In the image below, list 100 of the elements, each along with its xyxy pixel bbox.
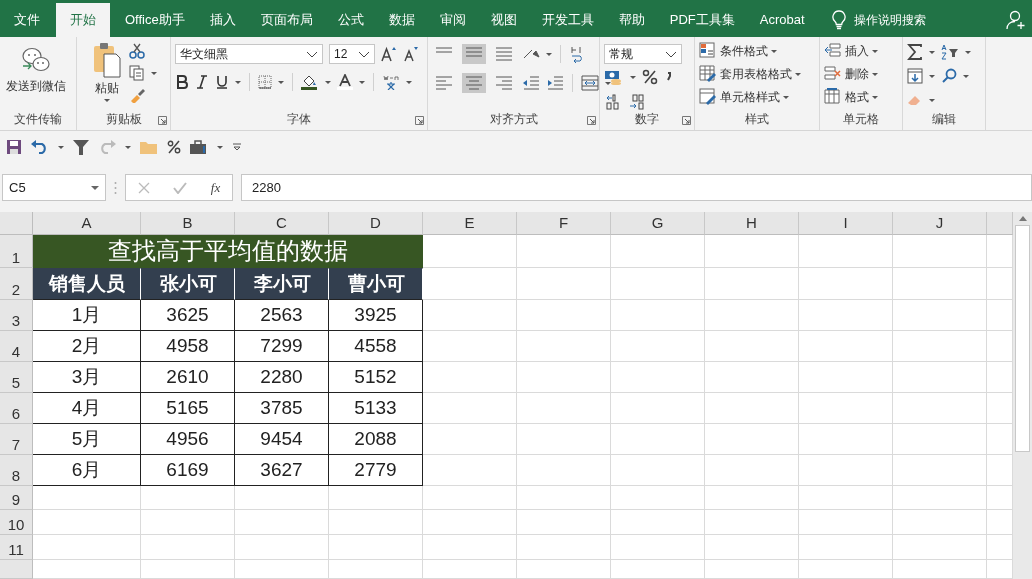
caret-icon[interactable] — [235, 80, 241, 84]
scissors-icon[interactable] — [129, 43, 145, 59]
select-all-corner[interactable] — [0, 212, 33, 235]
fill-color-icon[interactable] — [301, 74, 319, 90]
empty-cell[interactable] — [423, 424, 517, 455]
column-header[interactable]: B — [141, 212, 235, 235]
ribbon-tab[interactable]: 数据 — [376, 3, 427, 37]
share-person-icon[interactable] — [1006, 10, 1026, 30]
empty-cell[interactable] — [705, 535, 799, 560]
empty-cell[interactable] — [141, 560, 235, 579]
empty-cell[interactable] — [611, 510, 705, 535]
empty-cell[interactable] — [611, 300, 705, 331]
ribbon-tab[interactable]: Acrobat — [747, 3, 817, 37]
empty-cell[interactable] — [705, 560, 799, 579]
ribbon-button[interactable]: 单元格样式 — [699, 88, 801, 106]
underline-icon[interactable] — [215, 75, 229, 89]
empty-cell[interactable] — [235, 486, 329, 510]
empty-cell[interactable] — [423, 510, 517, 535]
ribbon-tab[interactable]: PDF工具集 — [657, 3, 747, 37]
cancel-icon[interactable] — [137, 181, 150, 194]
empty-cell[interactable] — [329, 486, 423, 510]
ribbon-tab[interactable]: 开发工具 — [529, 3, 606, 37]
save-icon[interactable] — [6, 139, 22, 155]
decrease-decimal-icon[interactable] — [628, 94, 646, 110]
borders-icon[interactable] — [258, 75, 272, 89]
font-size-dropdown[interactable]: 12 — [329, 44, 375, 64]
paste-button[interactable]: 粘贴 — [91, 40, 123, 111]
phonetic-guide-icon[interactable] — [382, 74, 400, 90]
ribbon-button[interactable]: 格式 — [824, 88, 878, 106]
scrollbar-thumb[interactable] — [1015, 225, 1030, 452]
increase-decimal-icon[interactable] — [604, 94, 622, 110]
row-header[interactable]: 5 — [0, 362, 33, 393]
column-header[interactable]: D — [329, 212, 423, 235]
empty-cell[interactable] — [517, 235, 611, 268]
dialog-launcher-icon[interactable] — [587, 116, 596, 125]
empty-cell[interactable] — [799, 560, 893, 579]
ribbon-tab[interactable]: 开始 — [56, 3, 110, 37]
sort-filter-icon[interactable] — [941, 44, 959, 60]
ribbon-tab[interactable]: 视图 — [478, 3, 529, 37]
ribbon-tab[interactable]: 审阅 — [427, 3, 478, 37]
ribbon-tab[interactable]: 文件 — [2, 3, 52, 37]
empty-cell[interactable] — [799, 235, 893, 268]
row-header[interactable]: 1 — [0, 235, 33, 268]
italic-icon[interactable] — [195, 75, 209, 89]
empty-cell[interactable] — [423, 560, 517, 579]
insert-function-button[interactable]: fx — [210, 179, 221, 196]
align-center-icon[interactable] — [463, 74, 485, 92]
ribbon-tab[interactable]: Office助手 — [113, 3, 197, 37]
empty-cell[interactable] — [705, 510, 799, 535]
decrease-indent-icon[interactable] — [522, 75, 540, 91]
filter-icon[interactable] — [73, 139, 89, 155]
empty-cell[interactable] — [517, 300, 611, 331]
empty-cell[interactable] — [705, 486, 799, 510]
empty-cell[interactable] — [423, 486, 517, 510]
empty-cell[interactable] — [517, 486, 611, 510]
empty-cell[interactable] — [517, 560, 611, 579]
empty-cell[interactable] — [329, 535, 423, 560]
empty-cell[interactable] — [517, 510, 611, 535]
column-header[interactable]: H — [705, 212, 799, 235]
percent-icon[interactable] — [167, 140, 181, 154]
empty-cell[interactable] — [893, 331, 987, 362]
row-header[interactable]: 7 — [0, 424, 33, 455]
empty-cell[interactable] — [611, 535, 705, 560]
align-bottom-icon[interactable] — [493, 45, 515, 63]
empty-cell[interactable] — [611, 560, 705, 579]
caret-icon[interactable] — [605, 81, 611, 85]
empty-cell[interactable] — [799, 268, 893, 300]
empty-cell[interactable] — [517, 393, 611, 424]
vertical-scrollbar[interactable] — [1013, 212, 1032, 579]
empty-cell[interactable] — [611, 268, 705, 300]
empty-cell[interactable] — [893, 455, 987, 486]
empty-cell[interactable] — [517, 268, 611, 300]
empty-cell[interactable] — [611, 393, 705, 424]
format-painter-icon[interactable] — [129, 87, 145, 103]
caret-icon[interactable] — [965, 50, 971, 54]
ribbon-tab[interactable]: 页面布局 — [248, 3, 325, 37]
undo-icon[interactable] — [31, 140, 49, 154]
folder-icon[interactable] — [140, 140, 158, 154]
empty-cell[interactable] — [893, 510, 987, 535]
empty-cell[interactable] — [705, 362, 799, 393]
empty-cell[interactable] — [517, 424, 611, 455]
bold-icon[interactable] — [175, 75, 189, 89]
empty-cell[interactable] — [799, 486, 893, 510]
caret-icon[interactable] — [217, 145, 223, 149]
fill-down-icon[interactable] — [907, 68, 923, 84]
empty-cell[interactable] — [611, 424, 705, 455]
empty-cell[interactable] — [893, 486, 987, 510]
increase-indent-icon[interactable] — [546, 75, 564, 91]
empty-cell[interactable] — [517, 455, 611, 486]
increase-font-size-icon[interactable] — [381, 46, 397, 62]
column-header[interactable]: F — [517, 212, 611, 235]
empty-cell[interactable] — [799, 300, 893, 331]
column-header[interactable] — [987, 212, 1013, 235]
row-header[interactable]: 9 — [0, 486, 33, 510]
empty-cell[interactable] — [705, 268, 799, 300]
caret-icon[interactable] — [406, 80, 412, 84]
percent-icon[interactable] — [642, 69, 658, 85]
column-header[interactable]: G — [611, 212, 705, 235]
ribbon-tab[interactable]: 插入 — [197, 3, 248, 37]
empty-cell[interactable] — [799, 424, 893, 455]
